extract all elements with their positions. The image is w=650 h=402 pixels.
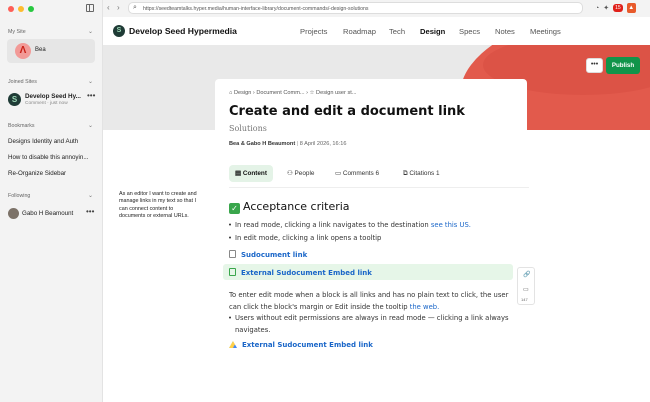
- browser-toolbar: ‹ › ⌕ https://seedteamtalks.hyper.media/…: [103, 0, 650, 17]
- notification-badge[interactable]: 15: [613, 4, 623, 12]
- minimize-window-button[interactable]: [18, 6, 24, 12]
- joined-site-name: Develop Seed Hy...: [25, 93, 81, 100]
- forward-icon[interactable]: ›: [117, 3, 120, 12]
- seed-logo-icon: S: [8, 93, 21, 106]
- extensions: ◔ ✦ 15 ▲: [595, 3, 636, 13]
- nav-roadmap[interactable]: Roadmap: [343, 27, 376, 36]
- document: ⌂ Design › Document Comm... › ☆ Design u…: [215, 79, 529, 402]
- section-heading: ✓ Acceptance criteria: [229, 200, 350, 214]
- back-icon[interactable]: ‹: [107, 3, 110, 12]
- main-content: S Develop Seed Hypermedia Projects Roadm…: [103, 17, 650, 402]
- the-web-link[interactable]: the web.: [410, 303, 440, 311]
- joined-site-item[interactable]: S Develop Seed Hy... Comment · just now …: [7, 91, 97, 110]
- divider: [229, 187, 529, 188]
- more-options-icon[interactable]: •••: [87, 91, 95, 100]
- link-icon[interactable]: 🔗: [523, 271, 530, 278]
- paragraph: can click the block's margin or Edit ins…: [229, 303, 440, 311]
- tab-citations[interactable]: ⧉ Citations 1: [397, 165, 446, 182]
- comment-icon: ▭: [335, 170, 342, 177]
- home-icon[interactable]: ⌂: [229, 90, 232, 96]
- bookmarks-label: Bookmarks: [8, 123, 35, 129]
- chevron-down-icon[interactable]: ⌄: [88, 78, 93, 85]
- breadcrumb-text[interactable]: Design › Document Comm... › ☆ Design use…: [234, 90, 357, 96]
- seed-logo-icon[interactable]: S: [113, 25, 125, 37]
- tab-people[interactable]: ⚇ People: [281, 165, 320, 182]
- tab-content[interactable]: ▤ Content: [229, 165, 273, 182]
- nav-projects[interactable]: Projects: [300, 27, 327, 36]
- bookmark-item[interactable]: How to disable this annoyin...: [8, 154, 88, 161]
- joined-sites-label: Joined Sites: [8, 79, 37, 85]
- bookmark-item[interactable]: Designs Identity and Auth: [8, 138, 78, 145]
- search-icon: ⌕: [133, 4, 137, 11]
- my-site-label: My Site: [8, 29, 26, 35]
- comment-icon[interactable]: ▭: [523, 286, 529, 293]
- people-icon: ⚇: [287, 170, 293, 177]
- nav-tech[interactable]: Tech: [389, 27, 405, 36]
- more-options-icon[interactable]: •••: [86, 207, 94, 216]
- citations-icon: ⧉: [403, 170, 408, 177]
- see-this-us-link[interactable]: see this US.: [431, 221, 471, 229]
- publish-date: 8 April 2026, 16:16: [299, 141, 347, 147]
- sidebar: My Site ⌄ Λ Bea Joined Sites ⌄ S Develop…: [0, 0, 103, 402]
- extension-icon[interactable]: ✦: [603, 4, 609, 12]
- sidebar-toggle-icon[interactable]: [86, 4, 94, 12]
- bookmark-item[interactable]: Re-Organize Sidebar: [8, 170, 66, 177]
- embed-link[interactable]: External Sudocument Embed link: [229, 268, 372, 277]
- document-icon: [229, 250, 236, 258]
- address-bar[interactable]: ⌕ https://seedteamtalks.hyper.media/huma…: [128, 2, 583, 14]
- nav-specs[interactable]: Specs: [459, 27, 480, 36]
- list-item: In read mode, clicking a link navigates …: [228, 221, 471, 229]
- close-window-button[interactable]: [8, 6, 14, 12]
- author-line: Bea & Gabo H Beaumont | 8 April 2026, 16…: [229, 141, 347, 147]
- brave-icon[interactable]: ▲: [626, 3, 636, 13]
- site-title[interactable]: Develop Seed Hypermedia: [129, 26, 237, 36]
- window-controls: [8, 6, 34, 12]
- following-label: Following: [8, 193, 31, 199]
- chevron-down-icon[interactable]: ⌄: [88, 122, 93, 129]
- comment-count: 147: [521, 297, 528, 302]
- list-item: In edit mode, clicking a link opens a to…: [228, 234, 381, 242]
- url-text: https://seedteamtalks.hyper.media/human-…: [143, 5, 369, 12]
- side-note: As an editor I want to create and manage…: [119, 191, 197, 219]
- my-site-card[interactable]: Λ Bea: [7, 39, 95, 63]
- list-item-continuation: navigates.: [235, 326, 271, 334]
- paragraph: To enter edit mode when a block is all l…: [229, 291, 509, 299]
- page-title: Create and edit a document link: [229, 104, 465, 119]
- block-tools: 🔗 ▭ 147: [517, 267, 535, 305]
- avatar: [8, 208, 19, 219]
- rss-icon[interactable]: ◔: [595, 5, 599, 12]
- publish-button[interactable]: Publish: [606, 57, 640, 74]
- authors[interactable]: Bea & Gabo H Beaumont: [229, 141, 295, 147]
- site-avatar: Λ: [15, 43, 31, 59]
- check-icon: ✓: [229, 203, 240, 214]
- page-subtitle: Solutions: [229, 124, 267, 133]
- google-drive-icon: [229, 341, 237, 348]
- chevron-down-icon[interactable]: ⌄: [88, 192, 93, 199]
- site-header: S Develop Seed Hypermedia Projects Roadm…: [103, 17, 650, 45]
- embed-link[interactable]: External Sudocument Embed link: [229, 341, 373, 349]
- embed-link[interactable]: Sudocument link: [229, 250, 307, 259]
- document-add-icon: [229, 268, 236, 276]
- more-button[interactable]: •••: [586, 58, 603, 73]
- nav-design[interactable]: Design: [420, 27, 445, 36]
- joined-site-sub: Comment · just now: [25, 101, 68, 106]
- nav-notes[interactable]: Notes: [495, 27, 515, 36]
- chevron-down-icon[interactable]: ⌄: [88, 28, 93, 35]
- tab-comments[interactable]: ▭ Comments 6: [329, 165, 385, 182]
- content-icon: ▤: [235, 170, 242, 177]
- nav-meetings[interactable]: Meetings: [530, 27, 561, 36]
- list-item: Users without edit permissions are alway…: [228, 314, 509, 322]
- following-item[interactable]: Gabo H Beamount: [22, 210, 73, 217]
- breadcrumb[interactable]: ⌂ Design › Document Comm... › ☆ Design u…: [229, 90, 356, 96]
- maximize-window-button[interactable]: [28, 6, 34, 12]
- site-name: Bea: [35, 47, 46, 53]
